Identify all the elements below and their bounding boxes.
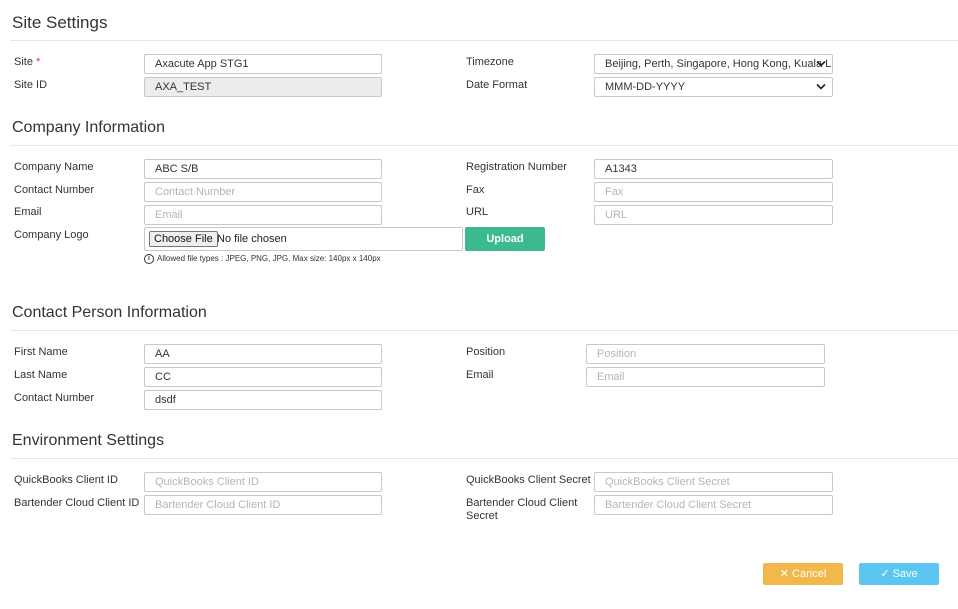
- close-icon: ✕: [779, 568, 789, 580]
- cancel-button[interactable]: ✕ Cancel: [763, 563, 843, 585]
- registration-label: Registration Number: [466, 161, 567, 173]
- url-label: URL: [466, 206, 489, 218]
- quickbooks-client-id-input[interactable]: QuickBooks Client ID: [144, 472, 382, 492]
- contact-person-number-input[interactable]: dsdf: [144, 390, 382, 410]
- first-name-input[interactable]: AA: [144, 344, 382, 364]
- chevron-down-icon: [816, 83, 826, 90]
- choose-file-button[interactable]: Choose File: [149, 231, 218, 247]
- company-logo-file-input[interactable]: Choose File No file chosen: [144, 227, 463, 251]
- bartender-client-secret-input[interactable]: Bartender Cloud Client Secret: [594, 495, 833, 515]
- site-label: Site *: [14, 56, 41, 68]
- bartender-client-id-input[interactable]: Bartender Cloud Client ID: [144, 495, 382, 515]
- timezone-label: Timezone: [466, 56, 514, 68]
- bartender-client-secret-label: Bartender Cloud Client Secret: [466, 497, 578, 522]
- company-section-title: Company Information: [12, 119, 165, 136]
- divider: [10, 145, 958, 146]
- company-email-input[interactable]: Email: [144, 205, 382, 225]
- quickbooks-client-id-label: QuickBooks Client ID: [14, 474, 118, 486]
- save-button[interactable]: ✓ Save: [859, 563, 939, 585]
- divider: [10, 40, 958, 41]
- last-name-label: Last Name: [14, 369, 68, 381]
- quickbooks-client-secret-input[interactable]: QuickBooks Client Secret: [594, 472, 833, 492]
- timezone-value: Beijing, Perth, Singapore, Hong Kong, Ku…: [605, 58, 832, 70]
- divider: [10, 330, 958, 331]
- date-format-value: MMM-DD-YYYY: [605, 81, 686, 93]
- company-contact-input[interactable]: Contact Number: [144, 182, 382, 202]
- company-email-label: Email: [14, 206, 42, 218]
- first-name-label: First Name: [14, 346, 68, 358]
- company-name-input[interactable]: ABC S/B: [144, 159, 382, 179]
- file-hint: i Allowed file types : JPEG, PNG, JPG. Ma…: [144, 254, 381, 264]
- upload-button[interactable]: Upload: [465, 227, 545, 251]
- required-marker: *: [36, 56, 41, 68]
- contact-person-email-input[interactable]: Email: [586, 367, 825, 387]
- bartender-client-id-label: Bartender Cloud Client ID: [14, 497, 140, 509]
- divider: [10, 458, 958, 459]
- contact-person-email-label: Email: [466, 369, 494, 381]
- last-name-input[interactable]: CC: [144, 367, 382, 387]
- site-id-label: Site ID: [14, 79, 48, 91]
- url-input[interactable]: URL: [594, 205, 833, 225]
- contact-person-section-title: Contact Person Information: [12, 304, 207, 321]
- check-icon: ✓: [880, 568, 890, 580]
- chevron-down-icon: [816, 60, 826, 67]
- no-file-text: No file chosen: [217, 233, 287, 245]
- fax-input[interactable]: Fax: [594, 182, 833, 202]
- timezone-select[interactable]: Beijing, Perth, Singapore, Hong Kong, Ku…: [594, 54, 833, 74]
- file-hint-text: Allowed file types : JPEG, PNG, JPG. Max…: [157, 254, 381, 264]
- site-input[interactable]: Axacute App STG1: [144, 54, 382, 74]
- company-contact-label: Contact Number: [14, 184, 95, 196]
- fax-label: Fax: [466, 184, 485, 196]
- site-id-input: AXA_TEST: [144, 77, 382, 97]
- date-format-select[interactable]: MMM-DD-YYYY: [594, 77, 833, 97]
- info-icon: i: [144, 254, 154, 264]
- environment-section-title: Environment Settings: [12, 432, 165, 449]
- date-format-label: Date Format: [466, 79, 528, 91]
- position-label: Position: [466, 346, 506, 358]
- quickbooks-client-secret-label: QuickBooks Client Secret: [466, 474, 591, 486]
- page-title: Site Settings: [12, 13, 108, 32]
- company-logo-label: Company Logo: [14, 229, 89, 241]
- company-name-label: Company Name: [14, 161, 94, 173]
- contact-person-number-label: Contact Number: [14, 392, 95, 404]
- position-input[interactable]: Position: [586, 344, 825, 364]
- registration-input[interactable]: A1343: [594, 159, 833, 179]
